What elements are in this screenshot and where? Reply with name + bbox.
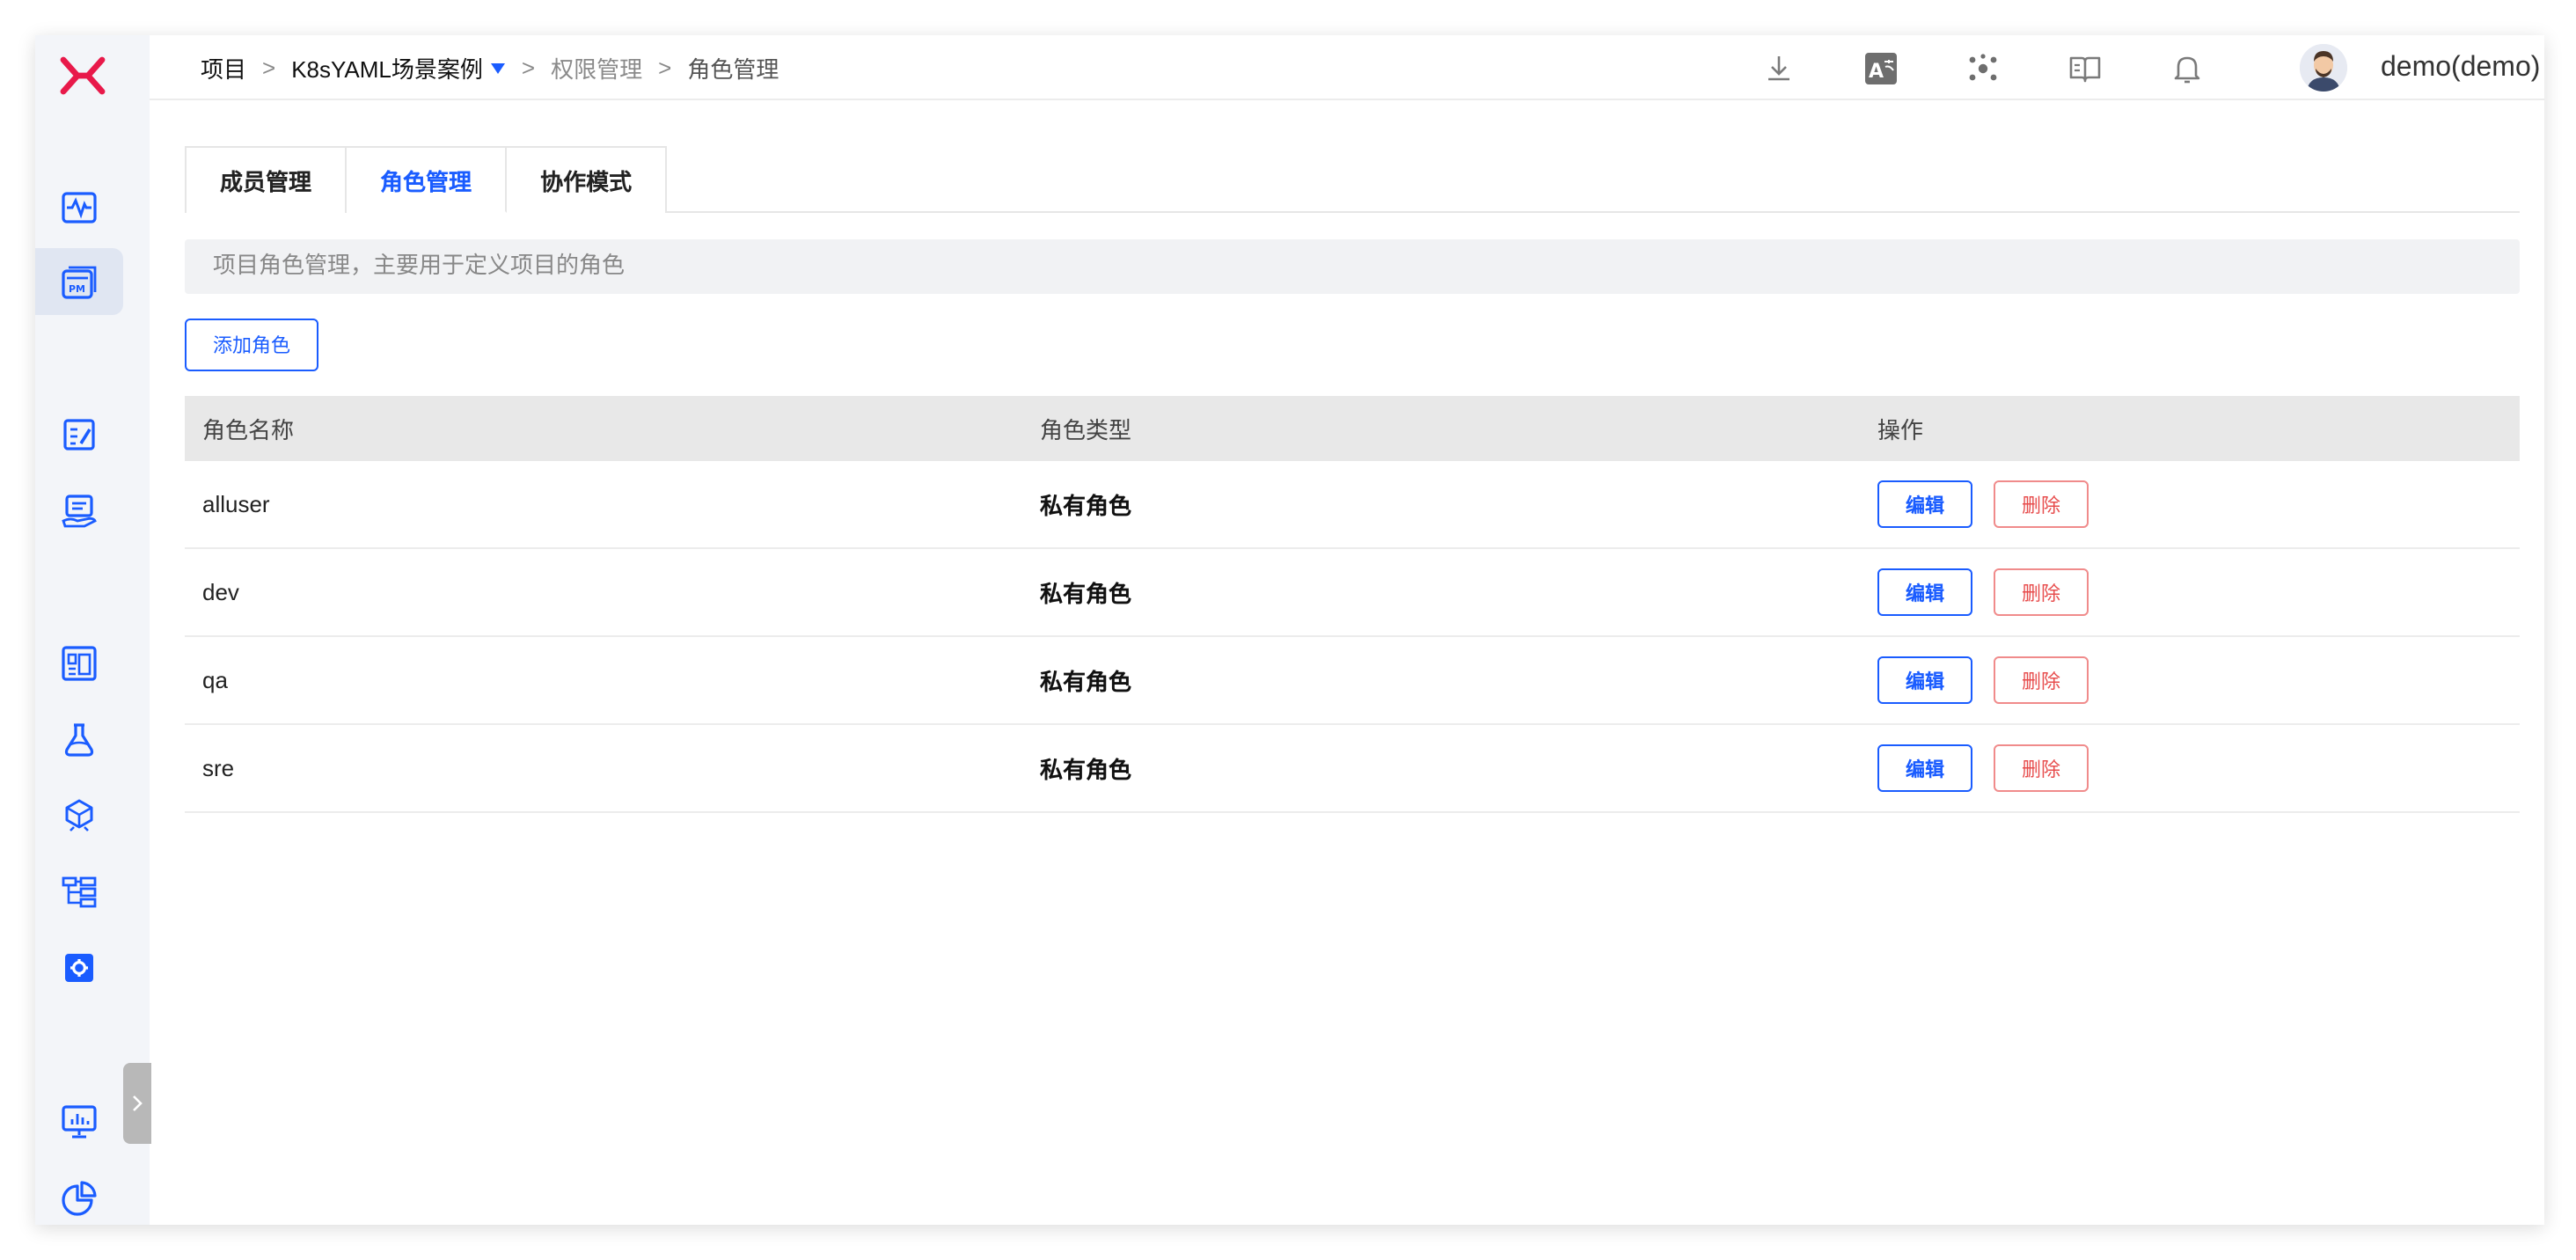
row-actions: 编辑 删除 [1860,656,2520,704]
nav-artifacts[interactable] [35,783,123,850]
monitor-wave-icon [62,192,97,223]
delete-button[interactable]: 删除 [1994,744,2089,792]
header-role-type: 角色类型 [1040,419,1132,445]
breadcrumb: 项目 > K8sYAML场景案例 > 权限管理 > 角色管理 [201,35,779,100]
info-notice: 项目角色管理，主要用于定义项目的角色 [185,239,2520,294]
table-row: alluser 私有角色 编辑 删除 [185,461,2520,549]
pie-chart-icon [62,1181,97,1216]
nav-delivery[interactable] [35,477,123,544]
table-row: sre 私有角色 编辑 删除 [185,725,2520,813]
edit-button[interactable]: 编辑 [1877,744,1972,792]
breadcrumb-project[interactable]: K8sYAML场景案例 [291,51,483,84]
nav-statistics[interactable] [35,1165,123,1225]
table-header: 角色名称 角色类型 操作 [185,396,2520,461]
docs-button[interactable] [2066,49,2104,88]
table-row: dev 私有角色 编辑 删除 [185,549,2520,637]
role-type: 私有角色 [1040,494,1132,521]
delete-button[interactable]: 删除 [1994,568,2089,616]
row-actions: 编辑 删除 [1860,568,2520,616]
project-pm-icon: PM [62,266,97,299]
nav-testing[interactable] [35,706,123,773]
row-actions: 编辑 删除 [1860,480,2520,528]
avatar[interactable] [2300,44,2347,92]
breadcrumb-current: 角色管理 [687,56,779,83]
svg-text:PM: PM [69,283,85,295]
logo-icon[interactable] [60,55,106,97]
notifications-button[interactable] [2168,49,2206,88]
download-button[interactable] [1760,49,1798,88]
nav-requirements[interactable] [35,401,123,468]
tab-members[interactable]: 成员管理 [187,148,348,213]
edit-button[interactable]: 编辑 [1877,480,1972,528]
row-actions: 编辑 删除 [1860,744,2520,792]
nav-dashboard[interactable] [35,1088,123,1154]
package-icon [65,799,93,831]
role-type: 私有角色 [1040,670,1132,697]
tab-bar: 成员管理 角色管理 协作模式 [185,146,668,213]
edit-button[interactable]: 编辑 [1877,568,1972,616]
delivery-icon [62,494,97,528]
edit-button[interactable]: 编辑 [1877,656,1972,704]
table-row: qa 私有角色 编辑 删除 [185,637,2520,725]
delete-button[interactable]: 删除 [1994,480,2089,528]
header-actions: 操作 [1877,419,1924,445]
nav-workflow[interactable] [35,630,123,697]
add-role-button[interactable]: 添加角色 [185,319,318,371]
roles-table: 角色名称 角色类型 操作 alluser 私有角色 编辑 删除 dev 私有角色… [185,396,2520,813]
docs-book-icon [2069,56,2101,83]
delete-button[interactable]: 删除 [1994,656,2089,704]
translate-button[interactable]: A [1862,49,1900,88]
role-name: alluser [202,491,270,517]
svg-text:A: A [1869,61,1884,83]
role-type: 私有角色 [1040,582,1132,609]
translate-icon: A [1865,53,1897,84]
network-icon [1969,54,1997,81]
download-icon [1768,56,1789,81]
tab-roles[interactable]: 角色管理 [347,148,508,213]
tab-collaboration[interactable]: 协作模式 [507,148,666,213]
nav-settings[interactable] [35,934,123,1001]
role-name: dev [202,579,239,605]
test-flask-icon [64,723,94,757]
bell-icon [2174,56,2200,84]
chevron-right-icon [133,1095,143,1111]
sidebar: PM [35,35,151,1225]
role-name: qa [202,667,228,693]
user-name[interactable]: demo(demo) [2381,35,2540,100]
breadcrumb-root[interactable]: 项目 [201,51,246,84]
project-dropdown-icon[interactable] [491,62,506,73]
nav-project[interactable]: PM [35,248,123,315]
breadcrumb-separator: > [658,55,672,81]
breadcrumb-separator: > [262,55,276,81]
workflow-grid-icon [62,646,97,681]
environment-tree-icon [62,876,97,908]
header-role-name: 角色名称 [202,419,295,445]
role-type: 私有角色 [1040,758,1132,785]
sidebar-collapse-toggle[interactable] [123,1063,151,1144]
settings-box-icon [65,954,93,982]
dashboard-chart-icon [62,1105,97,1139]
document-edit-icon [63,419,95,451]
top-bar: 项目 > K8sYAML场景案例 > 权限管理 > 角色管理 A demo(de… [150,35,2544,100]
nav-monitor[interactable] [35,174,123,241]
network-button[interactable] [1964,49,2002,88]
role-name: sre [202,755,235,781]
nav-environment[interactable] [35,859,123,926]
breadcrumb-separator: > [521,55,536,81]
app-window: PM 项目 > K8sYAML场景案例 > 权限管理 > 角色管理 A demo… [35,35,2544,1225]
breadcrumb-section[interactable]: 权限管理 [551,51,642,84]
